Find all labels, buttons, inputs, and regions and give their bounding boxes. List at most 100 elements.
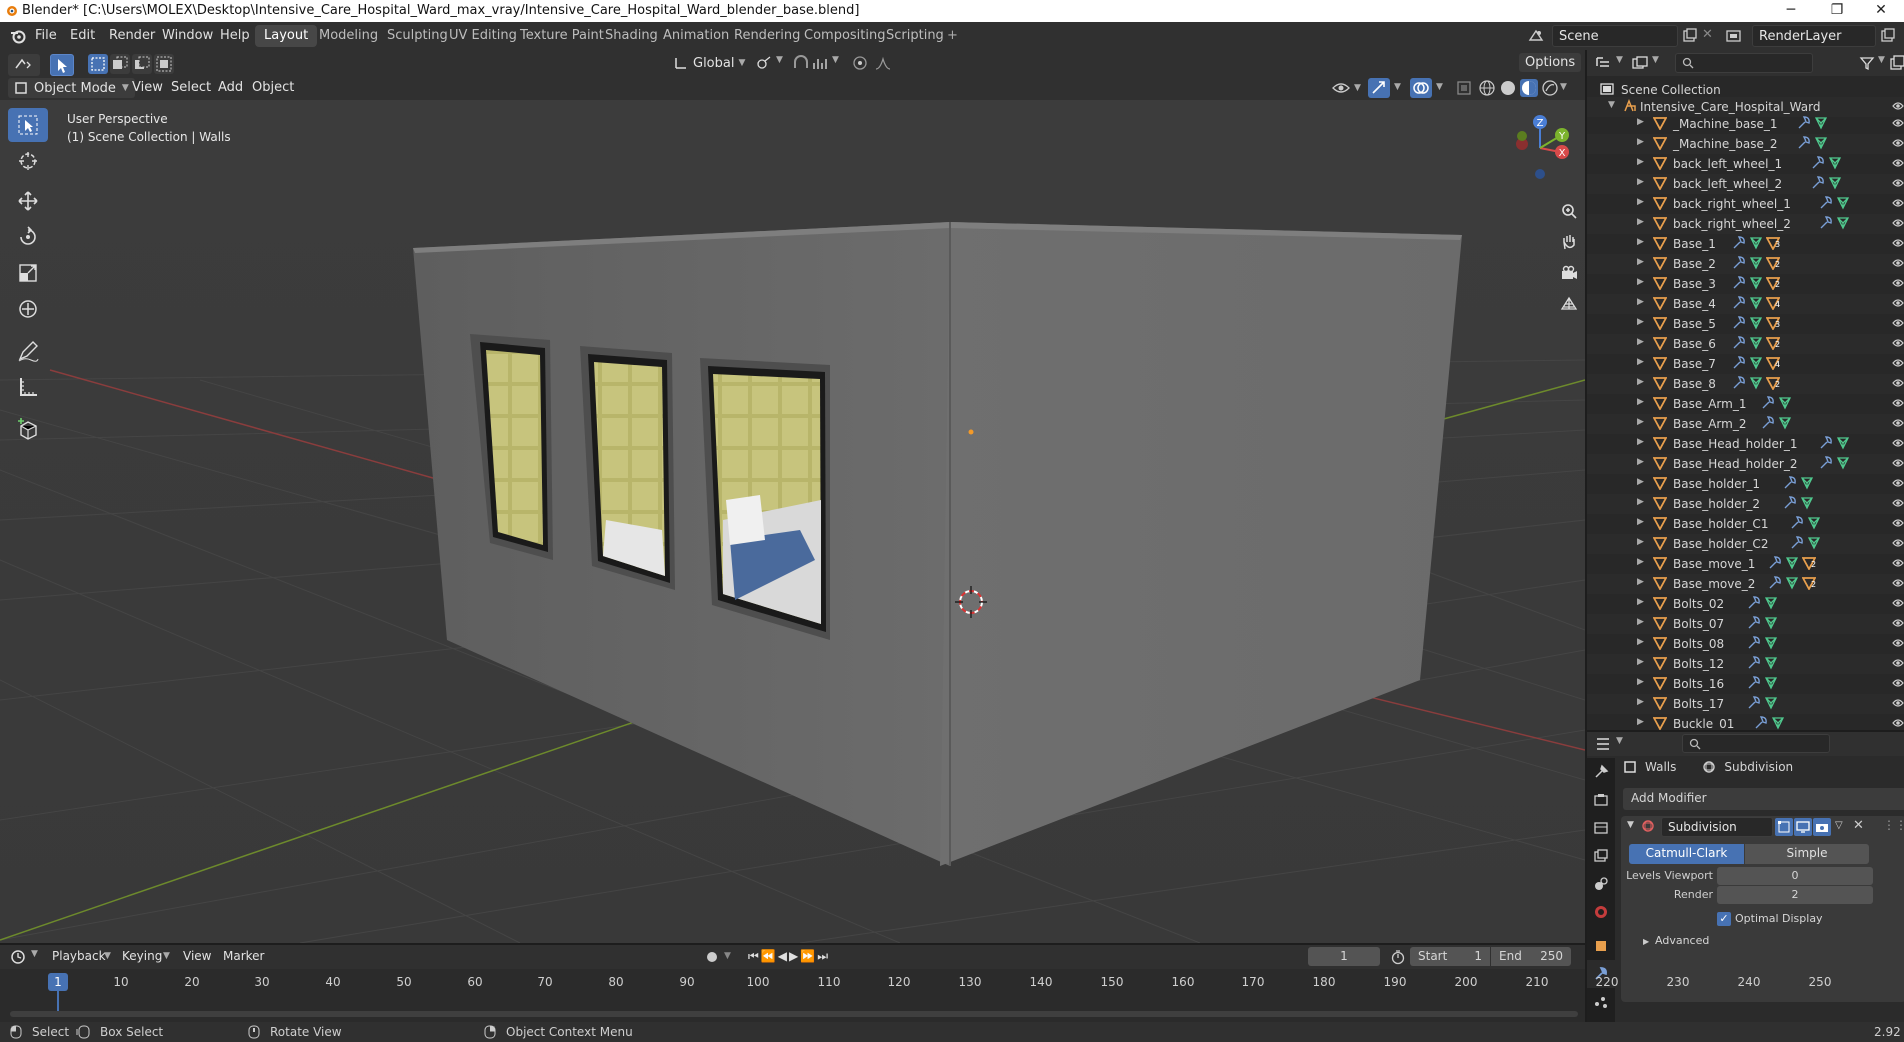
remove-modifier-icon[interactable]: ✕: [1853, 818, 1864, 833]
chevron-down-icon[interactable]: ▼: [1394, 82, 1401, 92]
outliner-object-row[interactable]: ▶ Base_holder_C1: [1587, 514, 1904, 534]
material-icon[interactable]: 4: [1766, 356, 1780, 370]
modifier-wrench-icon[interactable]: [1747, 616, 1761, 630]
expand-arrow-icon[interactable]: ▶: [1637, 557, 1644, 567]
select-mode-button[interactable]: [50, 54, 74, 76]
material-icon[interactable]: 4: [1766, 296, 1780, 310]
current-frame-field[interactable]: 1: [1308, 947, 1380, 966]
modifier-wrench-icon[interactable]: [1811, 156, 1825, 170]
add-cube-tool[interactable]: [8, 412, 48, 446]
pivot-point-dropdown[interactable]: ▼: [756, 55, 783, 71]
display-mode-dropdown[interactable]: ▼: [1631, 55, 1659, 71]
eye-icon[interactable]: [1892, 337, 1904, 349]
outliner-object-row[interactable]: ▶ Bolts_17: [1587, 694, 1904, 714]
menu-file[interactable]: File: [35, 28, 57, 43]
snap-target-dropdown[interactable]: ▼: [812, 55, 839, 71]
viewport-menu-object[interactable]: Object: [252, 80, 294, 95]
material-icon[interactable]: 2: [1766, 376, 1780, 390]
material-icon[interactable]: 3: [1766, 316, 1780, 330]
workspace-tab-modeling[interactable]: Modeling: [310, 25, 387, 47]
timeline-menu-keying[interactable]: Keying: [122, 949, 162, 963]
expand-arrow-icon[interactable]: ▶: [1637, 457, 1644, 467]
expand-arrow-icon[interactable]: ▶: [1637, 237, 1644, 247]
eye-icon[interactable]: [1892, 117, 1904, 129]
material-icon[interactable]: 2: [1766, 256, 1780, 270]
material-icon[interactable]: 2: [1802, 576, 1816, 590]
modifier-wrench-icon[interactable]: [1819, 216, 1833, 230]
ortho-grid-icon[interactable]: [1554, 289, 1584, 319]
proportional-edit-icon[interactable]: [852, 55, 868, 71]
3d-viewport[interactable]: User Perspective (1) Scene Collection | …: [0, 100, 1585, 943]
mesh-data-icon[interactable]: [1749, 316, 1763, 330]
visibility-dropdown[interactable]: ▼: [1332, 80, 1361, 96]
world-tab-icon[interactable]: [1587, 898, 1615, 926]
camera-view-icon[interactable]: [1554, 258, 1584, 288]
jump-keyframe-forward-icon[interactable]: ⏩: [800, 949, 815, 964]
catmull-clark-button[interactable]: Catmull-Clark: [1629, 844, 1744, 864]
mesh-data-icon[interactable]: [1778, 416, 1792, 430]
pan-hand-icon[interactable]: [1554, 227, 1584, 257]
outliner-object-row[interactable]: ▶ Base_holder_1: [1587, 474, 1904, 494]
add-modifier-dropdown[interactable]: Add Modifier: [1623, 788, 1904, 810]
maximize-button[interactable]: ❐: [1814, 0, 1860, 22]
annotate-tool[interactable]: [8, 334, 48, 368]
eye-icon[interactable]: [1892, 637, 1904, 649]
menu-window[interactable]: Window: [162, 28, 213, 43]
falloff-icon[interactable]: [874, 55, 892, 71]
modifier-wrench-icon[interactable]: [1732, 356, 1746, 370]
new-scene-icon[interactable]: [1682, 28, 1698, 44]
overlays-toggle-icon[interactable]: [1410, 78, 1432, 98]
blender-menu-icon[interactable]: [10, 28, 26, 44]
modifier-wrench-icon[interactable]: [1797, 116, 1811, 130]
modifier-wrench-icon[interactable]: [1732, 236, 1746, 250]
timeline-menu-marker[interactable]: Marker: [223, 949, 264, 963]
mesh-data-icon[interactable]: [1800, 496, 1814, 510]
view-layer-tab-icon[interactable]: [1587, 842, 1615, 870]
outliner-search-input[interactable]: [1675, 53, 1813, 73]
modifier-wrench-icon[interactable]: [1732, 256, 1746, 270]
close-window-button[interactable]: ✕: [1858, 0, 1904, 22]
playhead-marker[interactable]: 1: [48, 973, 68, 991]
play-icon[interactable]: ▶: [789, 949, 798, 964]
minimize-button[interactable]: ─: [1768, 0, 1814, 22]
modifier-wrench-icon[interactable]: [1732, 316, 1746, 330]
eye-icon[interactable]: [1892, 657, 1904, 669]
eye-icon[interactable]: [1892, 597, 1904, 609]
eye-icon[interactable]: [1892, 477, 1904, 489]
outliner-object-row[interactable]: ▶ Base_6 2: [1587, 334, 1904, 354]
modifier-wrench-icon[interactable]: [1783, 496, 1797, 510]
outliner-object-row[interactable]: ▶ Base_Arm_2: [1587, 414, 1904, 434]
eye-icon[interactable]: [1892, 177, 1904, 189]
mesh-data-icon[interactable]: [1800, 476, 1814, 490]
snap-toggle-icon[interactable]: [792, 55, 810, 71]
outliner-object-row[interactable]: ▶ Bolts_02: [1587, 594, 1904, 614]
mesh-data-icon[interactable]: [1749, 296, 1763, 310]
eye-icon[interactable]: [1892, 457, 1904, 469]
outliner-object-row[interactable]: ▶ Base_3 2: [1587, 274, 1904, 294]
optimal-display-checkbox[interactable]: ✓: [1717, 912, 1731, 926]
expand-arrow-icon[interactable]: ▶: [1643, 937, 1649, 946]
collapse-arrow-icon[interactable]: ▼: [1608, 100, 1615, 110]
eye-icon[interactable]: [1892, 277, 1904, 289]
object-tab-icon[interactable]: [1587, 932, 1615, 960]
scene-icon[interactable]: [1528, 28, 1544, 44]
select-box-tool[interactable]: [8, 108, 48, 142]
mesh-data-icon[interactable]: [1814, 116, 1828, 130]
measure-tool[interactable]: [8, 370, 48, 404]
menu-render[interactable]: Render: [109, 28, 155, 43]
outliner-object-row[interactable]: ▶ Base_8 2: [1587, 374, 1904, 394]
expand-arrow-icon[interactable]: ▶: [1637, 417, 1644, 427]
modifier-wrench-icon[interactable]: [1811, 176, 1825, 190]
properties-editor-type[interactable]: ▼: [1595, 736, 1623, 752]
timeline-menu-view[interactable]: View: [183, 949, 211, 963]
modifier-wrench-icon[interactable]: [1768, 576, 1782, 590]
rendered-shading-icon[interactable]: [1541, 79, 1559, 97]
modifier-wrench-icon[interactable]: [1747, 696, 1761, 710]
chevron-down-icon[interactable]: ▼: [104, 951, 111, 961]
timeline-area[interactable]: 1 10 20 30 40 50 60 70 80 90 100 110 120 130 140 150 16…: [0, 969, 1831, 1024]
eye-icon[interactable]: [1892, 417, 1904, 429]
eye-icon[interactable]: [1892, 517, 1904, 529]
eye-icon[interactable]: [1892, 717, 1904, 729]
modifier-wrench-icon[interactable]: [1783, 476, 1797, 490]
mesh-data-icon[interactable]: [1749, 356, 1763, 370]
